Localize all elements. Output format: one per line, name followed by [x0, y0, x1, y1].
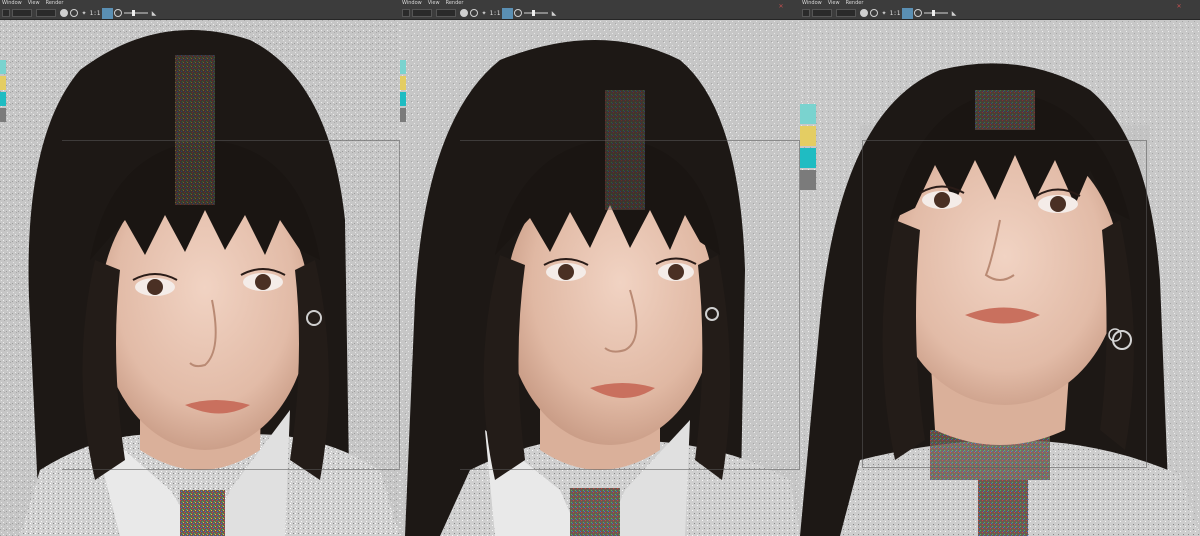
menu-window[interactable]: Window	[802, 0, 822, 7]
exposure-icon[interactable]	[914, 8, 922, 18]
swatch-yellow	[0, 76, 6, 90]
sparkle-icon[interactable]: ✦	[80, 8, 88, 18]
sparkle-icon[interactable]: ✦	[480, 8, 488, 18]
swatch-gray	[0, 108, 6, 122]
color-checker	[400, 60, 406, 122]
render-viewport[interactable]	[800, 20, 1200, 536]
mode-field[interactable]	[802, 9, 810, 17]
camera-select[interactable]	[812, 9, 832, 17]
menu-bar: Window View Render	[802, 0, 863, 7]
viewport-panel-three-quarter: Window View Render ✕ ✦ 1:1 ◣	[400, 0, 800, 536]
menu-render[interactable]: Render	[846, 0, 864, 7]
swatch-teal	[400, 92, 406, 106]
menu-render[interactable]: Render	[46, 0, 64, 7]
render-toggle-icon[interactable]	[460, 8, 468, 18]
viewport-panel-front: Window View Render ✦ 1:1 ◣	[0, 0, 400, 536]
menu-view[interactable]: View	[828, 0, 840, 7]
snapshot-icon[interactable]	[870, 8, 878, 18]
menu-bar: Window View Render	[402, 0, 463, 7]
menu-window[interactable]: Window	[2, 0, 22, 7]
swatch-gray	[400, 108, 406, 122]
tool-row: ✕ ✦ 1:1 ◣	[800, 3, 1200, 19]
snapshot-icon[interactable]	[70, 8, 78, 18]
app-toolbar: Window View Render ✦ 1:1 ◣	[0, 0, 400, 20]
display-select[interactable]	[436, 9, 456, 17]
ratio-label[interactable]: 1:1	[90, 8, 101, 18]
display-select[interactable]	[836, 9, 856, 17]
exposure-slider[interactable]	[124, 8, 148, 18]
color-checker	[800, 104, 816, 190]
exposure-slider[interactable]	[924, 8, 948, 18]
swatch-teal	[0, 92, 6, 106]
region-toggle-icon[interactable]	[102, 7, 113, 19]
viewport-panel-upward: Window View Render ✕ ✦ 1:1 ◣	[800, 0, 1200, 536]
camera-select[interactable]	[12, 9, 32, 17]
swatch-cyan	[0, 60, 6, 74]
swatch-yellow	[400, 76, 406, 90]
app-toolbar: Window View Render ✕ ✦ 1:1 ◣	[400, 0, 800, 20]
camera-select[interactable]	[412, 9, 432, 17]
exposure-icon[interactable]	[114, 8, 122, 18]
exposure-icon[interactable]	[514, 8, 522, 18]
recording-indicator-icon: ✕	[1176, 2, 1182, 10]
render-toggle-icon[interactable]	[60, 8, 68, 18]
ratio-label[interactable]: 1:1	[490, 8, 501, 18]
render-viewport[interactable]	[0, 20, 400, 536]
recording-indicator-icon: ✕	[778, 2, 784, 10]
display-select[interactable]	[36, 9, 56, 17]
menu-render[interactable]: Render	[446, 0, 464, 7]
region-toggle-icon[interactable]	[502, 7, 513, 19]
stats-icon[interactable]: ◣	[550, 8, 558, 18]
tool-row: ✕ ✦ 1:1 ◣	[400, 3, 800, 19]
region-toggle-icon[interactable]	[902, 7, 913, 19]
exposure-slider[interactable]	[524, 8, 548, 18]
menu-window[interactable]: Window	[402, 0, 422, 7]
menu-view[interactable]: View	[28, 0, 40, 7]
swatch-yellow	[800, 126, 816, 146]
render-viewport[interactable]	[400, 20, 800, 536]
mode-field[interactable]	[402, 9, 410, 17]
ratio-label[interactable]: 1:1	[890, 8, 901, 18]
viewport-strip: Window View Render ✦ 1:1 ◣ Window View R…	[0, 0, 1200, 536]
swatch-gray	[800, 170, 816, 190]
swatch-cyan	[800, 104, 816, 124]
snapshot-icon[interactable]	[470, 8, 478, 18]
menu-view[interactable]: View	[428, 0, 440, 7]
stats-icon[interactable]: ◣	[950, 8, 958, 18]
portrait-render-front	[0, 20, 400, 536]
sparkle-icon[interactable]: ✦	[880, 8, 888, 18]
menu-bar: Window View Render	[2, 0, 63, 7]
stats-icon[interactable]: ◣	[150, 8, 158, 18]
mode-field[interactable]	[2, 9, 10, 17]
render-toggle-icon[interactable]	[860, 8, 868, 18]
color-checker	[0, 60, 6, 122]
app-toolbar: Window View Render ✕ ✦ 1:1 ◣	[800, 0, 1200, 20]
tool-row: ✦ 1:1 ◣	[0, 7, 400, 19]
portrait-render-three-quarter	[400, 20, 800, 536]
swatch-cyan	[400, 60, 406, 74]
portrait-render-upward	[800, 20, 1200, 536]
swatch-teal	[800, 148, 816, 168]
